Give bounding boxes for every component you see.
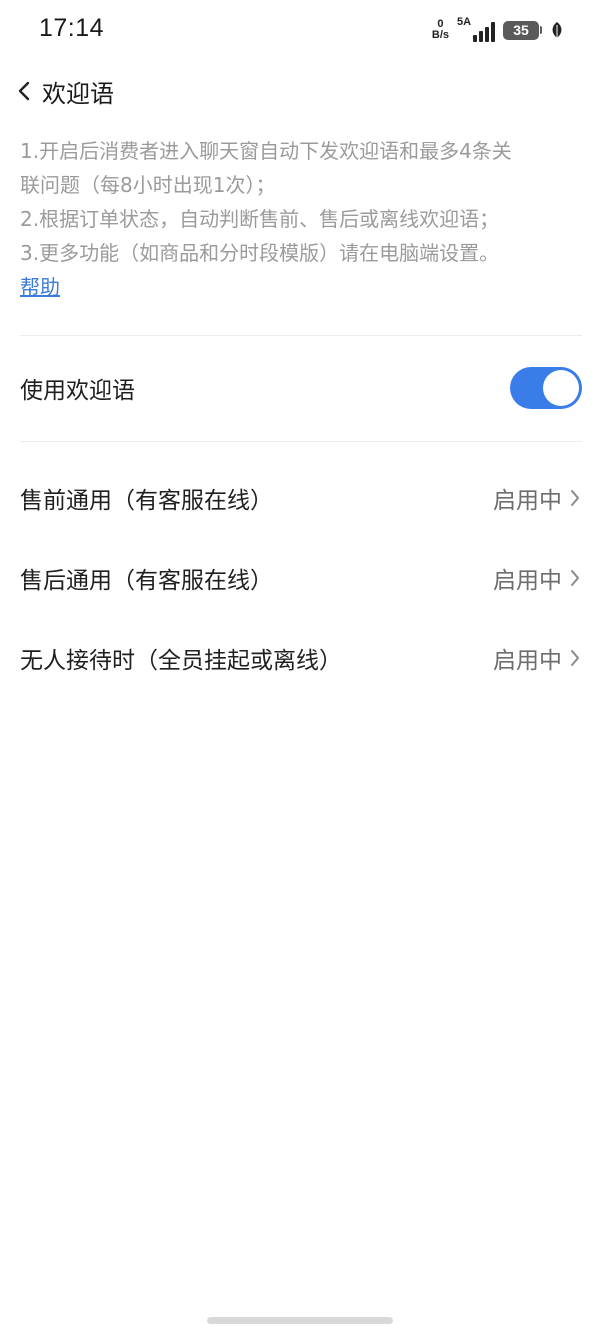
back-button[interactable] <box>4 70 44 112</box>
list-item-offline[interactable]: 无人接待时（全员挂起或离线） 启用中 <box>20 618 582 698</box>
list-item-label: 售前通用（有客服在线） <box>20 488 273 514</box>
battery-tip <box>540 26 542 34</box>
welcome-toggle-row: 使用欢迎语 <box>20 338 582 438</box>
leaf-icon <box>552 22 562 38</box>
description-line: 联问题（每8小时出现1次）； <box>20 173 276 197</box>
list-item-aftersale[interactable]: 售后通用（有客服在线） 启用中 <box>20 538 582 618</box>
chevron-right-icon <box>571 490 579 506</box>
description-block: 1.开启后消费者进入聊天窗自动下发欢迎语和最多4条关 联问题（每8小时出现1次）… <box>20 134 586 304</box>
signal-bar <box>485 27 489 42</box>
home-indicator[interactable] <box>207 1317 393 1324</box>
app-header: 欢迎语 <box>0 64 600 118</box>
description-line: 1.开启后消费者进入聊天窗自动下发欢迎语和最多4条关 <box>20 139 512 163</box>
description-line: 3.更多功能（如商品和分时段模版）请在电脑端设置。 <box>20 241 500 265</box>
status-icons: 0 B/s 5A 35 <box>432 16 564 44</box>
network-speed-unit: B/s <box>431 29 449 41</box>
signal-label: 5A <box>457 16 472 28</box>
chevron-left-icon <box>18 81 30 101</box>
chevron-right-icon <box>571 570 579 586</box>
chevron-right-icon <box>571 650 579 666</box>
status-bar: 17:14 0 B/s 5A 35 <box>0 0 600 60</box>
signal-bars-icon: 5A <box>457 16 495 42</box>
welcome-toggle-label: 使用欢迎语 <box>20 378 135 404</box>
list-item-label: 无人接待时（全员挂起或离线） <box>20 648 342 674</box>
list-item-label: 售后通用（有客服在线） <box>20 568 273 594</box>
status-text: 启用中 <box>493 648 562 674</box>
signal-bar <box>479 31 483 42</box>
signal-bar <box>473 35 477 42</box>
list-item-presale[interactable]: 售前通用（有客服在线） 启用中 <box>20 458 582 538</box>
status-text: 启用中 <box>493 568 562 594</box>
page-title: 欢迎语 <box>42 80 114 108</box>
description-line: 2.根据订单状态，自动判断售前、售后或离线欢迎语； <box>20 207 500 231</box>
toggle-knob <box>543 370 579 406</box>
signal-bar <box>491 22 495 42</box>
help-link[interactable]: 帮助 <box>20 275 60 299</box>
network-speed: 0 B/s <box>432 19 449 41</box>
status-text: 启用中 <box>493 488 562 514</box>
welcome-toggle-switch[interactable] <box>510 367 582 409</box>
divider <box>20 441 582 442</box>
divider <box>20 335 582 336</box>
battery-level: 35 <box>503 20 539 40</box>
battery-icon: 35 <box>503 20 542 40</box>
status-time: 17:14 <box>39 14 105 42</box>
welcome-message-list: 售前通用（有客服在线） 启用中 售后通用（有客服在线） 启用中 无人接待时（全员… <box>20 458 582 698</box>
